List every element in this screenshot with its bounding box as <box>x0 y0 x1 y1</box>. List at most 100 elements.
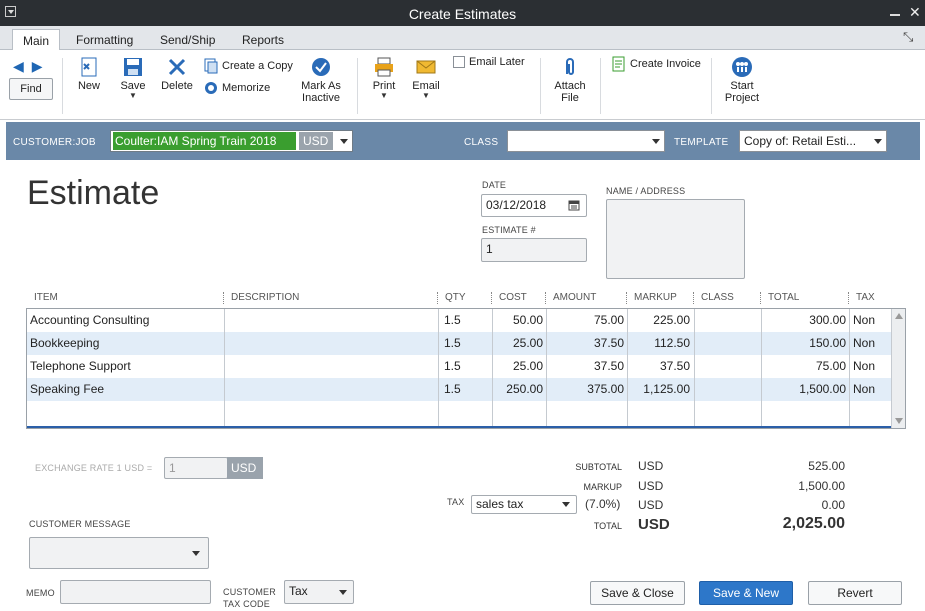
cell-markup[interactable]: 37.50 <box>629 359 690 373</box>
title-bar: Create Estimates ✕ <box>0 0 925 26</box>
column-header-markup: MARKUP <box>634 292 677 303</box>
exchange-rate-field[interactable]: 1 <box>164 457 228 479</box>
customer-message-dropdown[interactable] <box>29 537 209 569</box>
prev-next-arrows-icon[interactable]: ◀▶ <box>13 58 51 75</box>
customer-tax-code-label-2: TAX CODE <box>223 599 270 609</box>
email-later-check-icon[interactable] <box>453 56 465 69</box>
email-button[interactable]: Email ▼ <box>410 56 442 100</box>
total-label: TOTAL <box>593 521 622 531</box>
chevron-down-icon[interactable] <box>562 502 570 507</box>
line-items-table: Accounting Consulting 1.5 50.00 75.00 22… <box>26 308 906 429</box>
mark-inactive-button[interactable]: Mark As Inactive <box>298 56 344 104</box>
tax-item-dropdown[interactable]: sales tax <box>471 495 577 514</box>
delete-x-icon <box>168 58 186 76</box>
cell-cost[interactable]: 50.00 <box>493 313 543 327</box>
template-label: TEMPLATE <box>674 137 729 148</box>
chevron-down-icon[interactable] <box>339 590 347 595</box>
save-button[interactable]: Save ▼ <box>118 56 148 100</box>
memorize-button[interactable]: Memorize <box>203 80 270 96</box>
cell-cost[interactable]: 25.00 <box>493 359 543 373</box>
cell-cost[interactable]: 25.00 <box>493 336 543 350</box>
estimate-number-field[interactable]: 1 <box>481 238 587 262</box>
cell-amount[interactable]: 37.50 <box>548 359 624 373</box>
save-new-button[interactable]: Save & New <box>699 581 793 605</box>
table-row-empty[interactable] <box>27 401 892 424</box>
table-scrollbar[interactable] <box>891 309 905 428</box>
total-value: 2,025.00 <box>782 515 845 532</box>
line-items-header: ITEM DESCRIPTION QTY COST AMOUNT MARKUP … <box>27 290 906 308</box>
cell-item[interactable]: Speaking Fee <box>30 382 104 396</box>
form-title: Estimate <box>27 174 160 212</box>
create-invoice-button[interactable]: Create Invoice <box>611 56 701 72</box>
revert-button[interactable]: Revert <box>808 581 902 605</box>
chevron-down-icon[interactable] <box>192 551 200 556</box>
cell-qty[interactable]: 1.5 <box>440 359 480 373</box>
customer-tax-code-dropdown[interactable]: Tax <box>284 580 354 604</box>
delete-button[interactable]: Delete <box>160 56 194 92</box>
date-field[interactable]: 03/12/2018 <box>481 194 587 217</box>
cell-markup[interactable]: 1,125.00 <box>629 382 690 396</box>
table-row[interactable]: Accounting Consulting 1.5 50.00 75.00 22… <box>27 309 892 332</box>
customer-job-label: CUSTOMER:JOB <box>13 137 96 148</box>
chevron-down-icon[interactable] <box>652 139 660 144</box>
cell-tax[interactable]: Non <box>853 336 875 350</box>
column-header-class: CLASS <box>701 292 734 303</box>
save-close-button[interactable]: Save & Close <box>590 581 685 605</box>
cell-total[interactable]: 75.00 <box>763 359 846 373</box>
envelope-icon <box>416 60 436 74</box>
column-header-total: TOTAL <box>768 292 800 303</box>
memo-field[interactable] <box>60 580 211 604</box>
cell-qty[interactable]: 1.5 <box>440 336 480 350</box>
tab-reports[interactable]: Reports <box>232 29 294 50</box>
customer-job-dropdown[interactable]: Coulter:IAM Spring Train 2018 USD <box>110 130 353 152</box>
cell-amount[interactable]: 37.50 <box>548 336 624 350</box>
cell-item[interactable]: Accounting Consulting <box>30 313 149 327</box>
tab-formatting[interactable]: Formatting <box>66 29 143 50</box>
table-row[interactable]: Bookkeeping 1.5 25.00 37.50 112.50 150.0… <box>27 332 892 355</box>
cell-qty[interactable]: 1.5 <box>440 382 480 396</box>
estimate-number-label: ESTIMATE # <box>482 225 536 235</box>
close-icon[interactable]: ✕ <box>909 5 921 19</box>
cell-item[interactable]: Telephone Support <box>30 359 131 373</box>
calendar-icon[interactable] <box>568 199 580 211</box>
table-row[interactable]: Telephone Support 1.5 25.00 37.50 37.50 … <box>27 355 892 378</box>
cell-item[interactable]: Bookkeeping <box>30 336 99 350</box>
template-dropdown[interactable]: Copy of: Retail Esti... <box>739 130 887 152</box>
class-dropdown[interactable] <box>507 130 665 152</box>
email-later-checkbox[interactable]: Email Later <box>453 56 525 69</box>
cell-total[interactable]: 150.00 <box>763 336 846 350</box>
scroll-down-icon[interactable] <box>895 418 903 424</box>
cell-total[interactable]: 300.00 <box>763 313 846 327</box>
column-header-qty: QTY <box>445 292 466 303</box>
scroll-up-icon[interactable] <box>895 313 903 319</box>
cell-markup[interactable]: 112.50 <box>629 336 690 350</box>
cell-tax[interactable]: Non <box>853 313 875 327</box>
tab-main[interactable]: Main <box>12 29 61 50</box>
cell-total[interactable]: 1,500.00 <box>763 382 846 396</box>
tab-send-ship[interactable]: Send/Ship <box>150 29 225 50</box>
name-address-field[interactable] <box>606 199 745 279</box>
find-button[interactable]: Find <box>9 78 53 100</box>
collapse-ribbon-icon[interactable]: ⤡ <box>903 30 917 44</box>
chevron-down-icon[interactable] <box>340 139 348 144</box>
cell-markup[interactable]: 225.00 <box>629 313 690 327</box>
new-button[interactable]: New <box>75 56 103 92</box>
chevron-down-icon[interactable] <box>874 139 882 144</box>
cell-qty[interactable]: 1.5 <box>440 313 480 327</box>
cell-cost[interactable]: 250.00 <box>493 382 543 396</box>
cell-tax[interactable]: Non <box>853 382 875 396</box>
print-button[interactable]: Print ▼ <box>370 56 398 100</box>
tax-rate: (7.0%) <box>585 497 621 511</box>
memorize-icon <box>205 82 217 94</box>
attach-file-button[interactable]: Attach File <box>552 56 588 104</box>
minimize-icon[interactable] <box>890 14 900 16</box>
cell-amount[interactable]: 75.00 <box>548 313 624 327</box>
table-row[interactable]: Speaking Fee 1.5 250.00 375.00 1,125.00 … <box>27 378 892 401</box>
create-copy-button[interactable]: Create a Copy <box>203 58 293 74</box>
subtotal-label: SUBTOTAL <box>575 462 622 472</box>
start-project-button[interactable]: Start Project <box>722 56 762 104</box>
cell-tax[interactable]: Non <box>853 359 875 373</box>
cell-amount[interactable]: 375.00 <box>548 382 624 396</box>
class-label: CLASS <box>464 137 499 148</box>
column-header-description: DESCRIPTION <box>231 292 300 303</box>
